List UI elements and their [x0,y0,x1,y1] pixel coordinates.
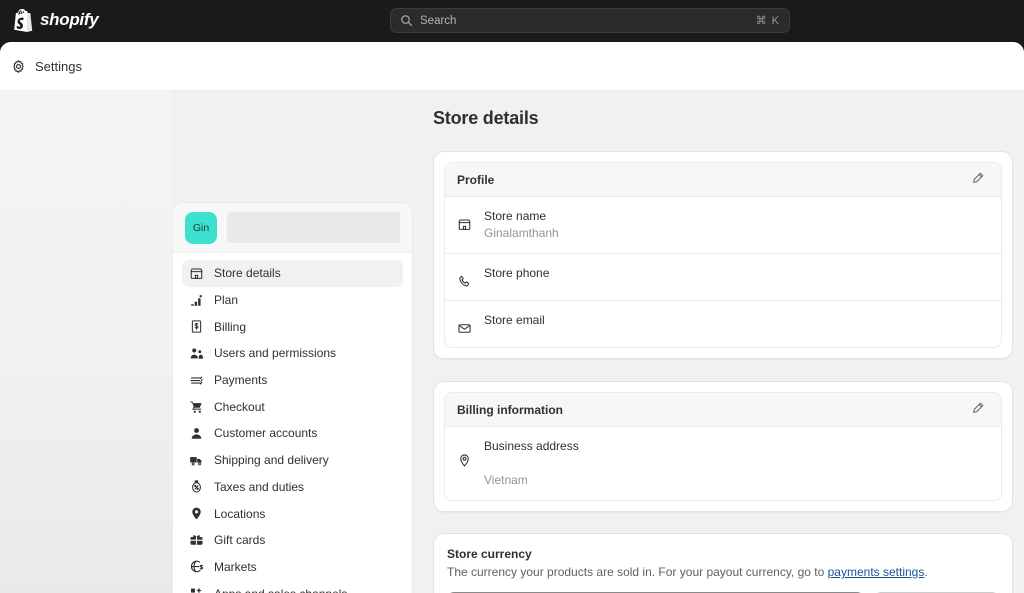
settings-sidebar: Gin Store details Plan Billing Users and… [172,202,413,593]
sidebar-item-customer-accounts[interactable]: Customer accounts [182,420,403,447]
phone-icon [457,274,472,289]
billing-information-card: Billing information Business address Vie… [433,381,1013,512]
gift-card-icon [189,533,204,548]
sidebar-item-label: Locations [214,506,266,521]
profile-card: Profile Store name Ginalamthanh Store ph… [433,151,1013,359]
profile-heading: Profile [457,172,495,187]
sidebar-item-label: Customer accounts [214,426,318,441]
store-name-value: Ginalamthanh [484,226,559,240]
location-pin-icon [189,506,204,521]
profile-card-inner: Profile Store name Ginalamthanh Store ph… [444,162,1002,348]
sidebar-item-label: Payments [214,373,268,388]
markets-globe-icon [189,559,204,574]
store-email-row[interactable]: Store email [445,301,1001,347]
main-content: Store details Profile Store name Ginalam… [433,91,1013,593]
store-phone-row[interactable]: Store phone [445,254,1001,301]
search-input[interactable]: Search ⌘ K [390,8,790,33]
billing-receipt-icon [189,319,204,334]
store-details-heading: Store details [433,108,539,128]
sidebar-item-gift-cards[interactable]: Gift cards [182,527,403,554]
store-currency-description-text: The currency your products are sold in. … [447,565,828,579]
payments-card-icon [189,373,204,388]
checkout-cart-icon [189,399,204,414]
billing-heading: Billing information [457,402,563,417]
sidebar-item-checkout[interactable]: Checkout [182,393,403,420]
sidebar-item-payments[interactable]: Payments [182,367,403,394]
store-currency-heading: Store currency [447,547,532,561]
gear-icon [11,59,26,74]
email-icon [457,321,472,336]
store-name-label: Store name [484,209,547,223]
business-address-label: Business address [484,439,579,453]
sidebar-item-shipping-and-delivery[interactable]: Shipping and delivery [182,447,403,474]
store-name-row[interactable]: Store name Ginalamthanh [445,197,1001,254]
edit-billing-button[interactable] [967,399,989,421]
sidebar-item-users-and-permissions[interactable]: Users and permissions [182,340,403,367]
payments-settings-link[interactable]: payments settings [828,565,925,579]
store-currency-card: Store currency The currency your product… [433,533,1013,593]
sidebar-item-label: Gift cards [214,533,266,548]
settings-modal-panel: Settings Gin Store details Plan Billing … [0,42,1024,593]
sidebar-item-apps-and-sales-channels[interactable]: Apps and sales channels [182,580,403,593]
page-title: Settings [35,58,82,74]
billing-card-inner: Billing information Business address Vie… [444,392,1002,501]
store-switcher[interactable]: Gin [173,203,412,253]
sidebar-item-locations[interactable]: Locations [182,500,403,527]
avatar: Gin [185,211,217,244]
business-address-value: Vietnam [484,473,528,487]
top-navigation-bar: shopify Search ⌘ K [0,0,1024,40]
sidebar-item-plan[interactable]: Plan [182,287,403,314]
storefront-icon [189,266,204,281]
apps-grid-icon [189,586,204,593]
sidebar-item-label: Billing [214,319,247,334]
location-pin-icon [457,453,472,468]
edit-profile-button[interactable] [967,169,989,191]
person-icon [189,426,204,441]
store-currency-description: The currency your products are sold in. … [447,565,999,579]
settings-body: Gin Store details Plan Billing Users and… [0,90,1024,593]
store-name-placeholder [227,212,400,243]
search-placeholder: Search [420,14,457,27]
plan-chart-icon [189,293,204,308]
users-icon [189,346,204,361]
sidebar-item-label: Taxes and duties [214,479,305,494]
delivery-truck-icon [189,453,204,468]
sidebar-item-label: Store details [214,266,281,281]
sidebar-item-label: Users and permissions [214,346,337,361]
sidebar-item-label: Markets [214,559,257,574]
sidebar-item-billing[interactable]: Billing [182,313,403,340]
sidebar-item-label: Plan [214,293,239,308]
business-address-row[interactable]: Business address Vietnam [445,427,1001,500]
sidebar-item-taxes-and-duties[interactable]: Taxes and duties [182,474,403,501]
store-email-label: Store email [484,313,545,327]
billing-card-header: Billing information [445,393,1001,427]
search-shortcut-hint: ⌘ K [755,15,780,27]
storefront-icon [457,217,472,232]
search-icon [400,14,413,27]
sidebar-item-label: Shipping and delivery [214,453,329,468]
profile-card-header: Profile [445,163,1001,197]
global-search[interactable]: Search ⌘ K [390,8,790,33]
sidebar-nav-list: Store details Plan Billing Users and per… [173,253,412,593]
pencil-icon [971,401,985,418]
sidebar-item-markets[interactable]: Markets [182,554,403,581]
shopify-bag-icon [12,8,33,32]
shopify-logo[interactable]: shopify [12,8,99,32]
store-phone-label: Store phone [484,266,550,280]
shopify-wordmark: shopify [40,10,99,29]
left-backdrop [0,91,172,593]
settings-modal-header: Settings [0,42,1024,90]
sidebar-item-label: Apps and sales channels [214,587,347,593]
sidebar-item-label: Checkout [214,399,265,414]
store-currency-description-suffix: . [924,565,928,579]
pencil-icon [971,171,985,188]
taxes-icon [189,479,204,494]
sidebar-item-store-details[interactable]: Store details [182,260,403,287]
